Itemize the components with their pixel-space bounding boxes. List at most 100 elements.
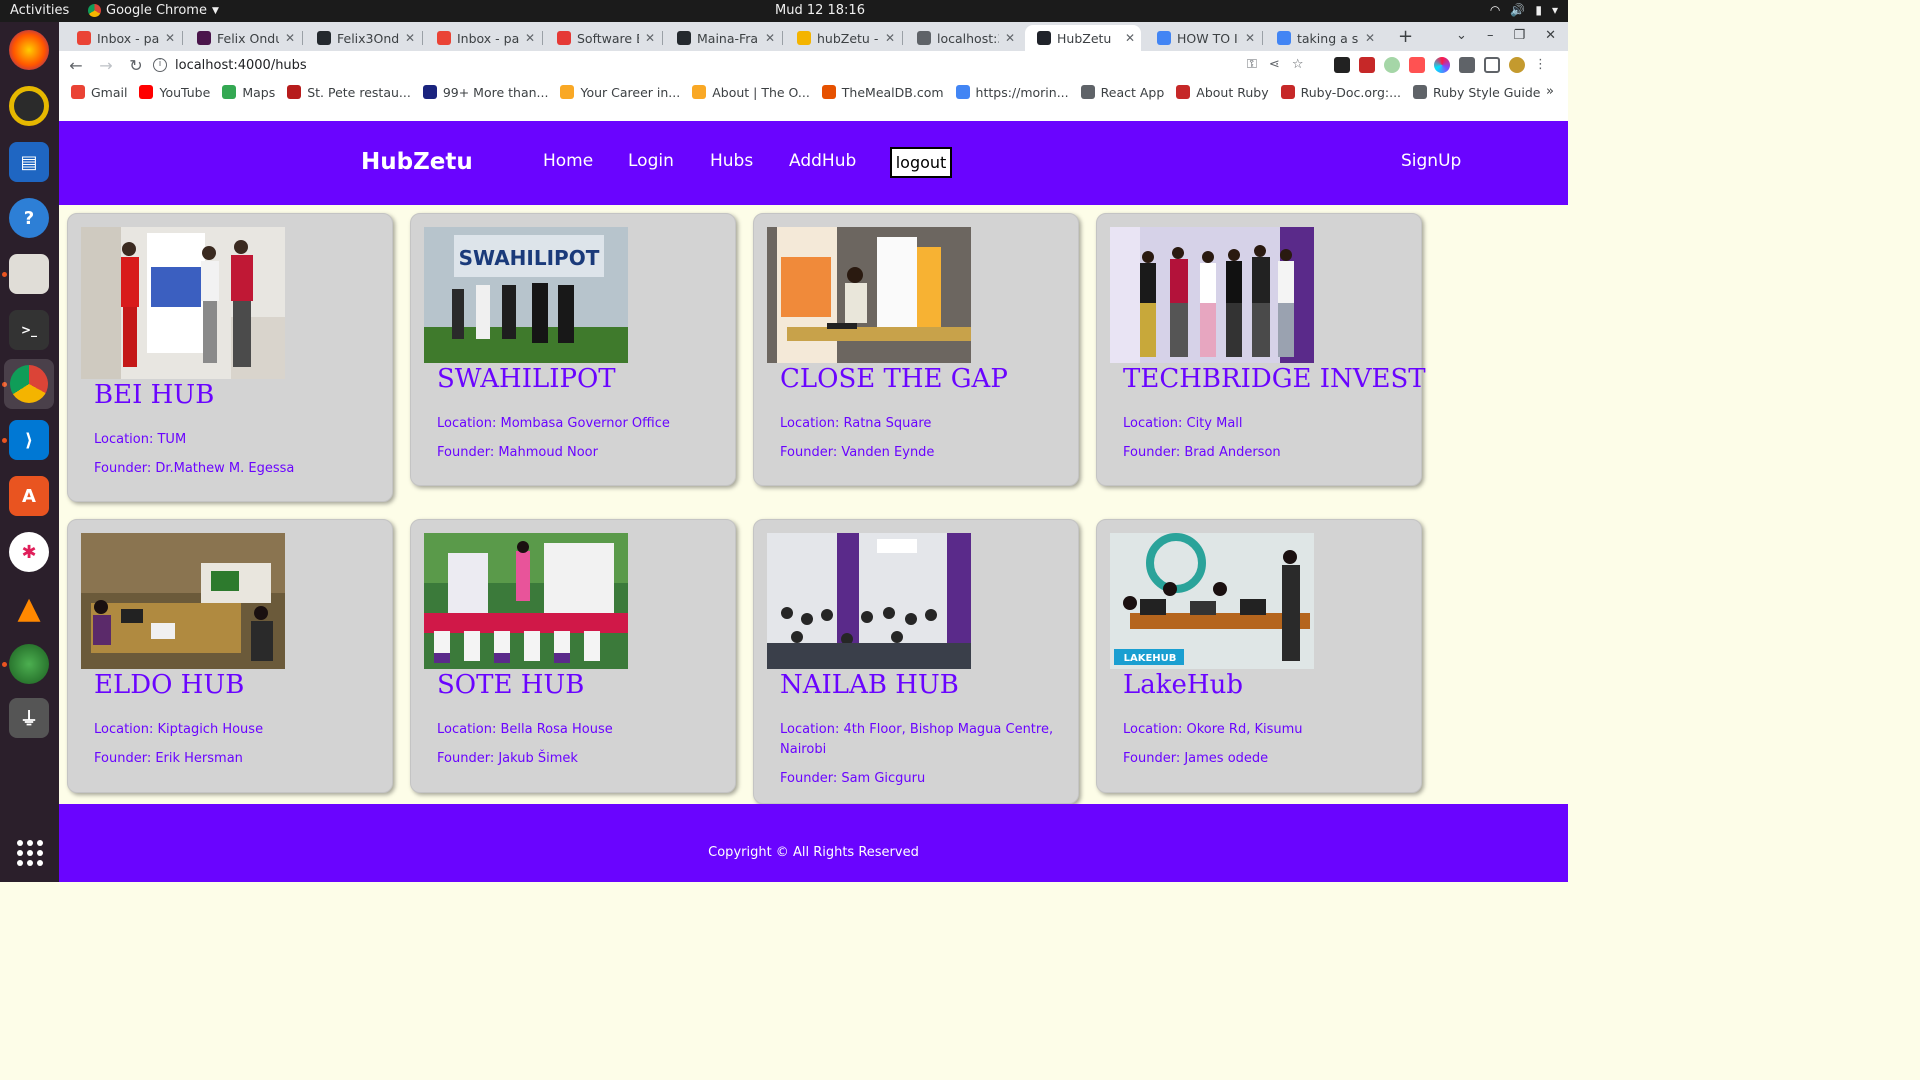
hub-card-nailab-hub[interactable]: NAILAB HUB Location: 4th Floor, Bishop M…	[753, 519, 1079, 804]
help-icon[interactable]: ?	[9, 198, 49, 238]
browser-tab[interactable]: Inbox - patr ✕	[425, 25, 541, 51]
hub-name: SWAHILIPOT	[437, 364, 616, 394]
activities-button[interactable]: Activities	[10, 3, 69, 18]
dropdown-arrow-icon: ▼	[211, 5, 219, 16]
restore-icon[interactable]: ❐	[1513, 28, 1525, 43]
site-info-icon[interactable]: i	[153, 58, 167, 72]
bookmark-item[interactable]: YouTube	[139, 85, 210, 100]
logout-button[interactable]: logout	[890, 147, 952, 178]
bookmark-item[interactable]: Ruby Style Guide	[1413, 85, 1540, 100]
new-tab-button[interactable]: +	[1398, 26, 1413, 47]
bookmark-item[interactable]: About Ruby	[1176, 85, 1269, 100]
extension-icon[interactable]	[1409, 57, 1425, 73]
bookmark-item[interactable]: 99+ More than...	[422, 85, 548, 100]
close-tab-icon[interactable]: ✕	[1125, 31, 1135, 45]
terminal-icon[interactable]: >_	[9, 310, 49, 350]
forward-icon[interactable]: →	[93, 56, 119, 75]
puzzle-icon[interactable]	[1459, 57, 1475, 73]
browser-tab[interactable]: localhost:30 ✕	[905, 25, 1021, 51]
close-tab-icon[interactable]: ✕	[1365, 31, 1375, 45]
hub-card-sote-hub[interactable]: SOTE HUB Location: Bella Rosa House Foun…	[410, 519, 736, 793]
browser-tab[interactable]: hubZetu - G ✕	[785, 25, 901, 51]
more-bookmarks-icon[interactable]: »	[1546, 84, 1554, 99]
close-tab-icon[interactable]: ✕	[885, 31, 895, 45]
nav-home[interactable]: Home	[543, 151, 593, 171]
close-tab-icon[interactable]: ✕	[1005, 31, 1015, 45]
bookmark-star-icon[interactable]: ☆	[1292, 57, 1304, 72]
hub-image	[81, 227, 285, 379]
bookmark-item[interactable]: Gmail	[71, 85, 127, 100]
bookmark-item[interactable]: TheMealDB.com	[821, 85, 944, 100]
vscode-icon[interactable]: ⟩	[9, 420, 49, 460]
firefox-icon[interactable]	[9, 30, 49, 70]
globe-app-icon[interactable]	[9, 644, 49, 684]
nav-login[interactable]: Login	[628, 151, 674, 171]
menu-arrow-icon: ▾	[1551, 3, 1558, 17]
extensions-bar: ⋮	[1334, 57, 1547, 73]
rhythmbox-icon[interactable]	[9, 86, 49, 126]
browser-tab[interactable]: Maina-Franc ✕	[665, 25, 781, 51]
close-window-icon[interactable]: ✕	[1545, 28, 1556, 43]
browser-tab[interactable]: HubZetu ✕	[1025, 25, 1141, 51]
battery-icon: ▮	[1535, 3, 1542, 17]
close-tab-icon[interactable]: ✕	[405, 31, 415, 45]
nav-addhub[interactable]: AddHub	[789, 151, 856, 171]
hub-card-techbridge-invest[interactable]: TECHBRIDGE INVEST Location: City Mall Fo…	[1096, 213, 1426, 486]
extension-icon[interactable]	[1434, 57, 1450, 73]
browser-tab[interactable]: Felix Ondul ✕	[185, 25, 301, 51]
bookmark-item[interactable]: Your Career in...	[560, 85, 680, 100]
more-menu-icon[interactable]: ⋮	[1534, 57, 1547, 73]
files-icon[interactable]	[9, 254, 49, 294]
close-tab-icon[interactable]: ✕	[1245, 31, 1255, 45]
browser-tab[interactable]: HOW TO INC ✕	[1145, 25, 1261, 51]
bookmark-item[interactable]: React App	[1080, 85, 1164, 100]
bookmark-item[interactable]: Ruby-Doc.org:...	[1280, 85, 1401, 100]
close-tab-icon[interactable]: ✕	[285, 31, 295, 45]
slack-icon[interactable]: ✱	[9, 532, 49, 572]
nav-hubs[interactable]: Hubs	[710, 151, 753, 171]
hub-card-swahilipot[interactable]: SWAHILIPOT SWAHILIPOT Location: Mombasa …	[410, 213, 736, 486]
hub-founder: Founder: Sam Gicguru	[780, 771, 926, 786]
back-icon[interactable]: ←	[63, 56, 89, 75]
nav-signup[interactable]: SignUp	[1401, 151, 1461, 171]
bookmark-item[interactable]: About | The O...	[692, 85, 810, 100]
system-tray[interactable]: ◠ 🔊 ▮ ▾	[1490, 3, 1558, 17]
software-center-icon[interactable]: A	[9, 476, 49, 516]
chrome-dock-icon[interactable]	[4, 359, 54, 409]
usb-drive-icon[interactable]: ⏚	[9, 698, 49, 738]
bookmark-item[interactable]: St. Pete restau...	[287, 85, 411, 100]
close-tab-icon[interactable]: ✕	[765, 31, 775, 45]
bookmark-label: Maps	[242, 84, 276, 100]
avatar[interactable]	[1509, 57, 1525, 73]
bookmark-item[interactable]: https://morin...	[955, 85, 1069, 100]
key-icon[interactable]: ⚿	[1247, 57, 1257, 72]
hub-card-close-the-gap[interactable]: CLOSE THE GAP Location: Ratna Square Fou…	[753, 213, 1079, 486]
browser-tab[interactable]: Inbox - patr ✕	[65, 25, 181, 51]
extension-icon[interactable]	[1359, 57, 1375, 73]
hub-card-lakehub[interactable]: LAKEHUB LakeHub Location: Okore Rd, Kisu…	[1096, 519, 1422, 793]
extension-icon[interactable]	[1334, 57, 1350, 73]
vlc-icon[interactable]: ▲	[9, 588, 49, 628]
close-tab-icon[interactable]: ✕	[165, 31, 175, 45]
browser-tab[interactable]: Software En ✕	[545, 25, 661, 51]
side-panel-icon[interactable]	[1484, 57, 1500, 73]
tab-search-icon[interactable]: ⌄	[1456, 28, 1467, 43]
bookmark-item[interactable]: Maps	[222, 85, 275, 100]
browser-tab[interactable]: taking a scr ✕	[1265, 25, 1381, 51]
extension-icon[interactable]	[1384, 57, 1400, 73]
share-icon[interactable]: ⋖	[1269, 57, 1280, 72]
hub-location: Location: Kiptagich House	[94, 722, 264, 737]
writer-icon[interactable]: ▤	[9, 142, 49, 182]
app-menu[interactable]: Google Chrome ▼	[88, 3, 219, 18]
hub-card-bei-hub[interactable]: BEI HUB Location: TUM Founder: Dr.Mathew…	[67, 213, 393, 502]
os-top-bar: Activities Google Chrome ▼ Mud 12 18:16 …	[0, 0, 1568, 22]
minimize-icon[interactable]: –	[1487, 28, 1494, 43]
show-apps-icon[interactable]	[17, 840, 43, 866]
close-tab-icon[interactable]: ✕	[645, 31, 655, 45]
site-brand[interactable]: HubZetu	[361, 149, 473, 175]
clock[interactable]: Mud 12 18:16	[775, 3, 865, 18]
browser-tab[interactable]: Felix3Ondul ✕	[305, 25, 421, 51]
close-tab-icon[interactable]: ✕	[525, 31, 535, 45]
hub-card-eldo-hub[interactable]: ELDO HUB Location: Kiptagich House Found…	[67, 519, 393, 793]
address-bar[interactable]: i localhost:4000/hubs	[145, 53, 1345, 77]
